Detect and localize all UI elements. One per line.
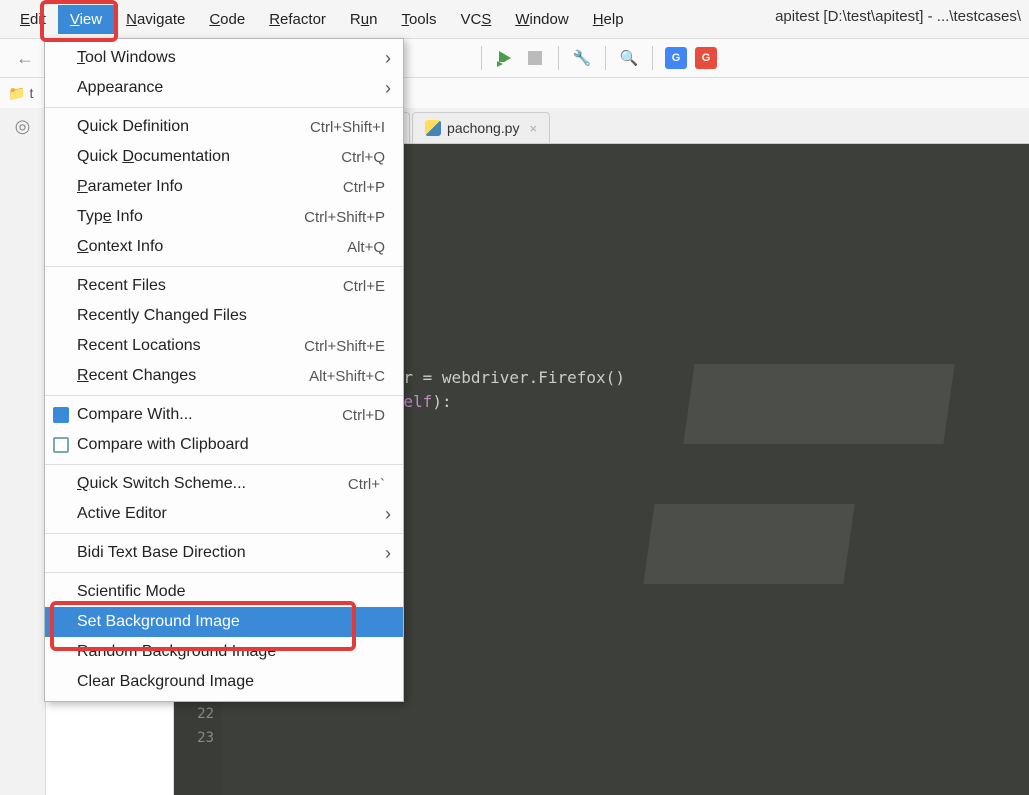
menu-item-active-editor[interactable]: Active Editor: [45, 499, 403, 529]
menu-item-shortcut: Ctrl+Shift+P: [304, 209, 385, 226]
menu-item-shortcut: Ctrl+Shift+I: [310, 119, 385, 136]
stop-icon[interactable]: [524, 47, 546, 69]
menu-item-label: Appearance: [77, 79, 163, 97]
view-menu-dropdown: Tool Windows Appearance Quick Definition Ct…: [44, 38, 404, 702]
menu-navigate[interactable]: Navigate: [114, 5, 197, 34]
menu-item-shortcut: Alt+Q: [347, 239, 385, 256]
menu-item-quick-definition[interactable]: Quick Definition Ctrl+Shift+I: [45, 112, 403, 142]
menu-item-tool-windows[interactable]: Tool Windows: [45, 43, 403, 73]
menu-item-label: Compare with Clipboard: [77, 436, 249, 454]
menu-item-set-background-image[interactable]: Set Background Image: [45, 607, 403, 637]
menu-tools[interactable]: Tools: [389, 5, 448, 34]
menu-item-label: Bidi Text Base Direction: [77, 544, 246, 562]
menu-separator: [45, 464, 403, 465]
line-number: 23: [174, 726, 214, 750]
menu-item-label: Quick Definition: [77, 118, 189, 136]
menubar: EditViewNavigateCodeRefactorRunToolsVCSW…: [0, 0, 1029, 38]
menu-item-type-info[interactable]: Type Info Ctrl+Shift+P: [45, 202, 403, 232]
menu-item-random-background-image[interactable]: Random Background Image: [45, 637, 403, 667]
menu-item-quick-documentation[interactable]: Quick Documentation Ctrl+Q: [45, 142, 403, 172]
menu-code[interactable]: Code: [197, 5, 257, 34]
toolbar-separator: [481, 46, 482, 70]
search-icon[interactable]: 🔍: [618, 47, 640, 69]
python-file-icon: [425, 120, 441, 136]
menu-item-appearance[interactable]: Appearance: [45, 73, 403, 103]
menu-item-shortcut: Ctrl+E: [343, 278, 385, 295]
menu-item-shortcut: Ctrl+Q: [341, 149, 385, 166]
menu-refactor[interactable]: Refactor: [257, 5, 338, 34]
menu-separator: [45, 572, 403, 573]
settings-wrench-icon[interactable]: 🔧: [571, 47, 593, 69]
editor-tab[interactable]: pachong.py ×: [412, 112, 550, 143]
line-number: 22: [174, 702, 214, 726]
menu-item-recent-files[interactable]: Recent Files Ctrl+E: [45, 271, 403, 301]
window-title: apitest [D:\test\apitest] - ...\testcase…: [775, 8, 1021, 25]
toolbar-separator: [605, 46, 606, 70]
menu-item-label: Quick Switch Scheme...: [77, 475, 246, 493]
menu-item-label: Recent Changes: [77, 367, 196, 385]
nav-back-icon[interactable]: ←: [8, 44, 42, 73]
menu-item-quick-switch-scheme[interactable]: Quick Switch Scheme... Ctrl+`: [45, 469, 403, 499]
menu-item-label: Recent Locations: [77, 337, 201, 355]
menu-item-label: Random Background Image: [77, 643, 276, 661]
tool-sidebar: ◎: [0, 108, 46, 795]
menu-vcs[interactable]: VCS: [448, 5, 503, 34]
background-watermark: [609, 304, 1009, 704]
menu-item-label: Context Info: [77, 238, 163, 256]
menu-item-label: Compare With...: [77, 406, 193, 424]
folder-icon: 📁: [8, 85, 25, 102]
menu-help[interactable]: Help: [581, 5, 636, 34]
menu-item-label: Tool Windows: [77, 49, 176, 67]
menu-item-label: Set Background Image: [77, 613, 240, 631]
menu-item-scientific-mode[interactable]: Scientific Mode: [45, 577, 403, 607]
compare-icon: [53, 407, 69, 423]
toolbar-separator: [558, 46, 559, 70]
close-icon[interactable]: ×: [529, 121, 537, 136]
menu-run[interactable]: Run: [338, 5, 390, 34]
tab-label: pachong.py: [447, 120, 519, 136]
menu-item-label: Active Editor: [77, 505, 167, 523]
menu-view[interactable]: View: [58, 5, 114, 34]
menu-item-recent-changes[interactable]: Recent Changes Alt+Shift+C: [45, 361, 403, 391]
menu-separator: [45, 266, 403, 267]
menu-item-shortcut: Ctrl+`: [348, 476, 385, 493]
clipboard-icon: [53, 437, 69, 453]
menu-item-bidi-text-base-direction[interactable]: Bidi Text Base Direction: [45, 538, 403, 568]
menu-item-shortcut: Ctrl+D: [342, 407, 385, 424]
menu-item-label: Recent Files: [77, 277, 166, 295]
menu-item-label: Type Info: [77, 208, 143, 226]
menu-item-recently-changed-files[interactable]: Recently Changed Files: [45, 301, 403, 331]
menu-separator: [45, 395, 403, 396]
translate-alt-icon[interactable]: G: [695, 47, 717, 69]
menu-item-context-info[interactable]: Context Info Alt+Q: [45, 232, 403, 262]
menu-item-compare-with-clipboard[interactable]: Compare with Clipboard: [45, 430, 403, 460]
run-icon[interactable]: [494, 47, 516, 69]
menu-item-shortcut: Ctrl+Shift+E: [304, 338, 385, 355]
menu-item-label: Clear Background Image: [77, 673, 254, 691]
menu-separator: [45, 107, 403, 108]
menu-item-label: Quick Documentation: [77, 148, 230, 166]
translate-icon[interactable]: G: [665, 47, 687, 69]
menu-item-label: Parameter Info: [77, 178, 183, 196]
menu-item-shortcut: Alt+Shift+C: [309, 368, 385, 385]
breadcrumb-segment[interactable]: t: [29, 85, 33, 101]
menu-item-recent-locations[interactable]: Recent Locations Ctrl+Shift+E: [45, 331, 403, 361]
menu-window[interactable]: Window: [503, 5, 580, 34]
menu-item-label: Scientific Mode: [77, 583, 186, 601]
menu-separator: [45, 533, 403, 534]
menu-item-compare-with[interactable]: Compare With... Ctrl+D: [45, 400, 403, 430]
toolbar-separator: [652, 46, 653, 70]
menu-item-shortcut: Ctrl+P: [343, 179, 385, 196]
menu-item-parameter-info[interactable]: Parameter Info Ctrl+P: [45, 172, 403, 202]
menu-item-label: Recently Changed Files: [77, 307, 247, 325]
menu-item-clear-background-image[interactable]: Clear Background Image: [45, 667, 403, 697]
menu-edit[interactable]: Edit: [8, 5, 58, 34]
structure-target-icon[interactable]: ◎: [15, 116, 31, 137]
